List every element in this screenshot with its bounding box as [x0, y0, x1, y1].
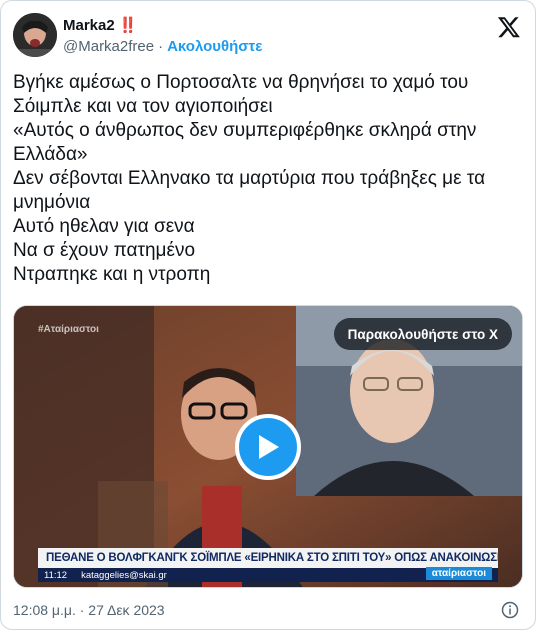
- author-handle[interactable]: @Marka2free: [63, 38, 154, 55]
- video-media[interactable]: #Αταίριαστοι Παρακολουθήστε στο X ΠΕΘΑΝΕ…: [13, 305, 523, 588]
- play-icon: [259, 435, 279, 459]
- author-name-row: Marka2 ‼️: [63, 16, 138, 35]
- double-exclamation-icon: ‼️: [118, 17, 138, 34]
- tweet-card[interactable]: Marka2 ‼️ @Marka2free · Ακολουθήστε Βγήκ…: [0, 0, 536, 630]
- author-handle-row: @Marka2free · Ακολουθήστε: [63, 38, 262, 55]
- avatar-image: [13, 13, 57, 57]
- ticker-email: kataggelies@skai.gr: [81, 569, 167, 581]
- ticker-brand: αταίριαστοι: [425, 567, 492, 580]
- tweet-timestamp[interactable]: 12:08 μ.μ. · 27 Δεκ 2023: [13, 602, 165, 618]
- ticker-time: 11:12: [44, 569, 68, 581]
- x-logo-icon[interactable]: [497, 15, 521, 39]
- follow-button[interactable]: Ακολουθήστε: [167, 38, 262, 55]
- info-icon[interactable]: [501, 601, 519, 619]
- news-lower-third: ΠΕΘΑΝΕ Ο ΒΟΛΦΓΚΑΝΓΚ ΣΟΪΜΠΛΕ «ΕΙΡΗΝΙΚΑ ΣΤ…: [38, 548, 498, 568]
- play-button[interactable]: [235, 414, 301, 480]
- handle-separator: ·: [158, 38, 164, 55]
- tweet-text: Βγήκε αμέσως ο Πορτοσαλτε να θρηνήσει το…: [13, 72, 486, 285]
- watch-on-x-button[interactable]: Παρακολουθήστε στο X: [333, 318, 512, 350]
- news-ticker: 11:12 kataggelies@skai.gr αταίριαστοι: [38, 567, 498, 582]
- author-display-name[interactable]: Marka2: [63, 17, 115, 34]
- avatar[interactable]: [13, 13, 57, 57]
- channel-watermark: #Αταίριαστοι: [38, 324, 99, 335]
